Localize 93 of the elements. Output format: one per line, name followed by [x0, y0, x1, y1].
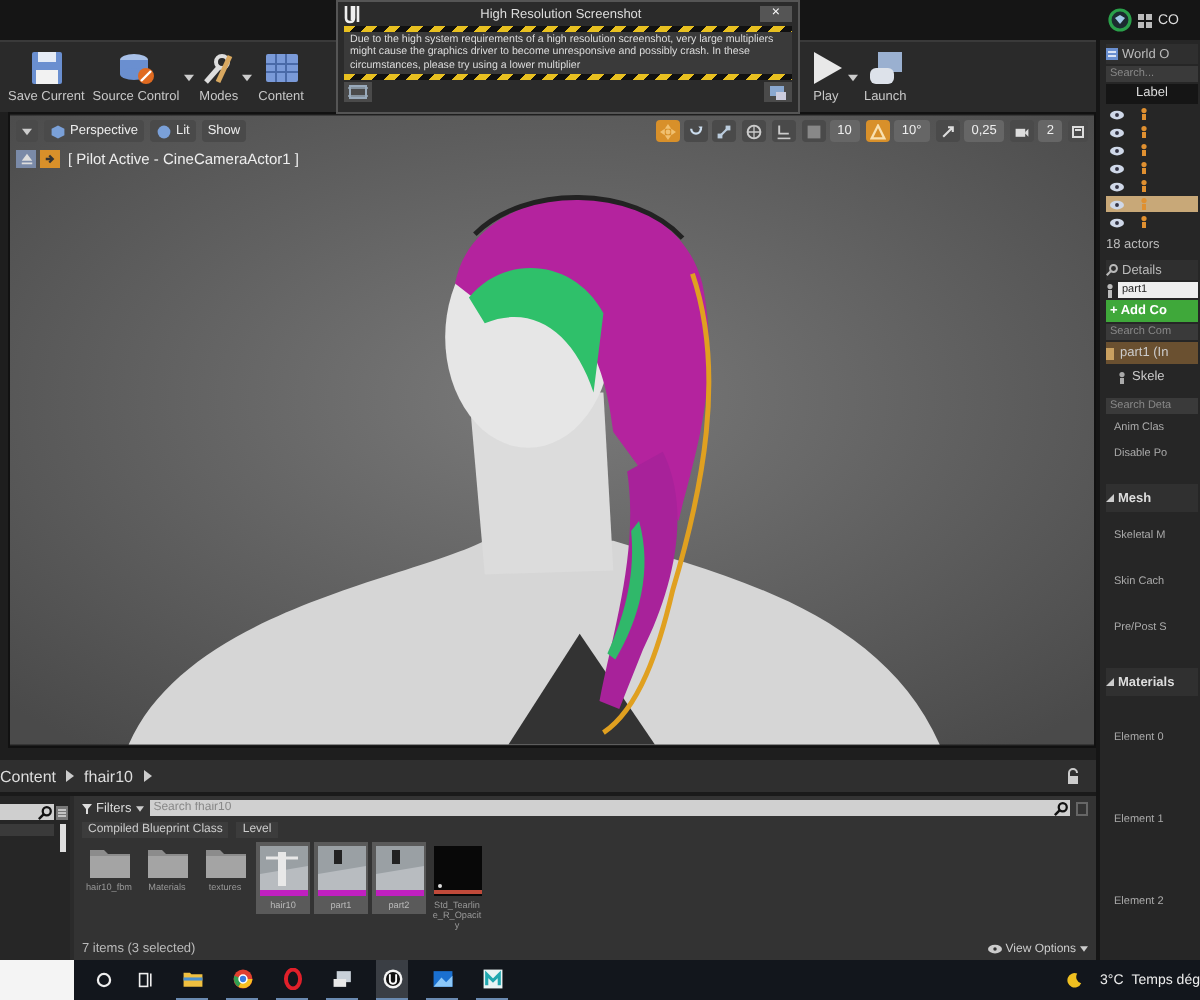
logo-icon: [344, 4, 362, 24]
ring-icon: [281, 968, 303, 990]
eye-icon: [1110, 163, 1124, 173]
surface-snap-icon: [775, 123, 792, 139]
eject-button[interactable]: [16, 150, 36, 168]
breadcrumb-link[interactable]: Content: [0, 767, 57, 785]
world-button[interactable]: [741, 120, 766, 142]
monitor-icon: [768, 83, 788, 100]
triangle-icon: [1106, 678, 1114, 686]
photo-icon: [431, 968, 453, 990]
maximize-button[interactable]: [1068, 120, 1088, 142]
wrench-brush-icon: [200, 50, 237, 86]
globe-icon: [745, 123, 762, 139]
folder-icon: [89, 846, 129, 878]
transform-button[interactable]: [711, 120, 736, 142]
funnel-icon: [82, 803, 92, 813]
rotate-icon: [687, 123, 704, 139]
pilot-icon: [43, 152, 57, 166]
surface-snap-button[interactable]: [771, 120, 796, 142]
snap-toggle[interactable]: [801, 120, 826, 142]
caret-icon[interactable]: [183, 73, 194, 81]
search-icon: [1106, 264, 1118, 276]
breadcrumb-link[interactable]: fhair10: [84, 767, 133, 785]
eye-icon: [1110, 145, 1124, 155]
folder-icon: [181, 968, 203, 990]
square-icon: [805, 123, 822, 139]
eye-icon: [987, 944, 1002, 954]
eject-icon: [19, 152, 33, 166]
actor-icon: [1140, 144, 1148, 156]
sphere-icon: [155, 123, 172, 139]
snap-toggle[interactable]: [1010, 120, 1035, 142]
texture-thumbnail-icon: [433, 846, 481, 896]
snap-toggle[interactable]: [935, 120, 960, 142]
monitor-gamepad-icon: [867, 50, 904, 86]
caret-icon: [22, 127, 32, 135]
pilot-button[interactable]: [40, 150, 60, 168]
grid-icon: [1138, 13, 1152, 27]
tile-icon: [481, 968, 503, 990]
caret-icon[interactable]: [847, 73, 858, 81]
chevron-icon: [66, 770, 75, 782]
figure-icon: [1106, 283, 1114, 297]
scrollbar: [60, 824, 66, 852]
actor-icon: [1140, 198, 1148, 210]
caret-icon: [1080, 946, 1088, 952]
cube-icon: [50, 123, 66, 139]
transform-button[interactable]: [655, 120, 680, 142]
actor-icon: [1140, 162, 1148, 174]
search-button[interactable]: [1052, 800, 1070, 816]
eye-icon: [1110, 217, 1124, 227]
actor-icon: [1140, 216, 1148, 228]
viewport-menu-button[interactable]: [16, 120, 38, 142]
taskbar-app[interactable]: [376, 960, 408, 1000]
caret-icon: [135, 805, 144, 811]
search-icon: [38, 805, 52, 819]
triangle-icon: [1106, 494, 1114, 502]
transform-button[interactable]: [683, 120, 708, 142]
search-field[interactable]: [0, 804, 54, 820]
grid-icon: [263, 50, 300, 86]
scale-icon: [715, 123, 732, 139]
monitor-icon: [331, 968, 353, 990]
lock-icon[interactable]: [1066, 768, 1080, 784]
chevron-icon: [143, 770, 151, 782]
capture-button[interactable]: [764, 81, 792, 102]
actor-icon: [1140, 180, 1148, 192]
frame-icon: [348, 83, 368, 100]
figure-icon: [1118, 371, 1126, 383]
outliner-icon: [1106, 48, 1118, 60]
search-field[interactable]: [0, 960, 74, 1000]
eye-icon: [1110, 109, 1124, 119]
arrow-icon: [939, 123, 956, 139]
caret-icon[interactable]: [242, 73, 253, 81]
circle-icon[interactable]: [96, 972, 112, 988]
move-icon: [659, 123, 676, 139]
folder-icon: [147, 846, 187, 878]
list-icon[interactable]: [56, 805, 68, 819]
triangle-icon: [869, 123, 886, 139]
search-icon: [1054, 801, 1068, 815]
round-app-icon: [231, 968, 253, 990]
task-view-icon[interactable]: [138, 972, 154, 988]
circle-logo-icon: [381, 968, 403, 990]
snap-toggle[interactable]: [865, 120, 890, 142]
eye-icon: [1110, 199, 1124, 209]
frame-button[interactable]: [344, 81, 372, 102]
folder-icon: [205, 846, 245, 878]
database-icon: [117, 50, 154, 86]
actor-icon: [1140, 108, 1148, 120]
actor-icon: [1140, 126, 1148, 138]
camera-icon: [1014, 123, 1031, 139]
eye-icon: [1110, 127, 1124, 137]
moon-icon: [1066, 972, 1082, 988]
eye-icon: [1110, 181, 1124, 191]
maximize-icon: [1072, 125, 1084, 137]
blueprint-icon: [1106, 347, 1114, 359]
